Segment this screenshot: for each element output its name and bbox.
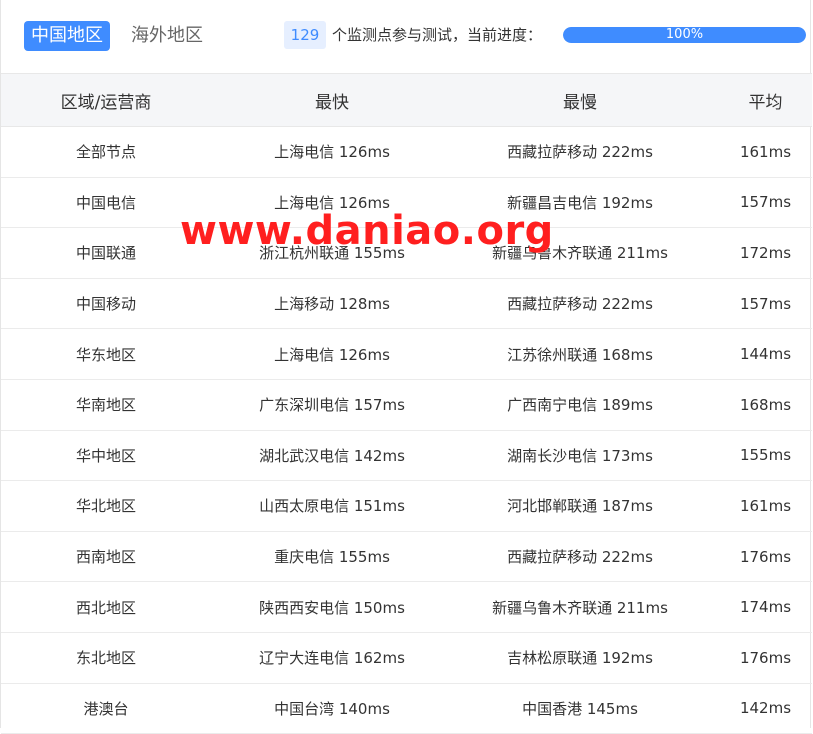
tab-china[interactable]: 中国地区: [24, 21, 110, 51]
results-table: 区域/运营商 最快 最慢 平均 全部节点 上海电信 126ms 西藏拉萨移动 222…: [1, 73, 812, 734]
region-cell: 中国电信: [75, 193, 136, 212]
region-cell: 华东地区: [75, 345, 136, 364]
table-row: 华东地区 上海电信 126ms 江苏徐州联通 168ms 144ms: [1, 329, 812, 380]
region-cell: 华中地区: [75, 446, 136, 465]
average-cell: 161ms: [739, 142, 792, 161]
average-cell: 142ms: [739, 699, 792, 718]
table-row: 中国移动 上海移动 128ms 西藏拉萨移动 222ms 157ms: [1, 279, 812, 330]
fastest-cell: 上海移动 128ms: [274, 295, 390, 314]
slowest-cell: 西藏拉萨移动 222ms: [507, 143, 653, 162]
header-slowest: 最慢: [563, 92, 597, 113]
fastest-cell: 湖北武汉电信 142ms: [259, 446, 405, 465]
fastest-cell: 辽宁大连电信 162ms: [259, 649, 405, 668]
progress-caption: 个监测点参与测试，当前进度：: [332, 26, 543, 44]
slowest-cell: 新疆昌吉电信 192ms: [507, 193, 653, 212]
progress-bar: 100%: [563, 27, 806, 43]
tab-overseas[interactable]: 海外地区: [124, 21, 210, 51]
table-row: 华中地区 湖北武汉电信 142ms 湖南长沙电信 173ms 155ms: [1, 431, 812, 482]
table-row: 全部节点 上海电信 126ms 西藏拉萨移动 222ms 161ms: [1, 127, 812, 178]
average-cell: 144ms: [739, 345, 792, 364]
region-cell: 华北地区: [75, 497, 136, 516]
table-row: 中国联通 浙江杭州联通 155ms 新疆乌鲁木齐联通 211ms 172ms: [1, 228, 812, 279]
slowest-cell: 西藏拉萨移动 222ms: [507, 548, 653, 567]
slowest-cell: 西藏拉萨移动 222ms: [507, 295, 653, 314]
table-row: 中国电信 上海电信 126ms 新疆昌吉电信 192ms 157ms: [1, 178, 812, 229]
region-cell: 东北地区: [75, 649, 136, 668]
fastest-cell: 上海电信 126ms: [274, 193, 390, 212]
table-row: 华北地区 山西太原电信 151ms 河北邯郸联通 187ms 161ms: [1, 481, 812, 532]
average-cell: 161ms: [739, 496, 792, 515]
slowest-cell: 广西南宁电信 189ms: [507, 396, 653, 415]
fastest-cell: 上海电信 126ms: [274, 345, 390, 364]
fastest-cell: 上海电信 126ms: [274, 143, 390, 162]
fastest-cell: 广东深圳电信 157ms: [259, 396, 405, 415]
average-cell: 176ms: [739, 547, 792, 566]
region-cell: 西南地区: [75, 548, 136, 567]
table-row: 华南地区 广东深圳电信 157ms 广西南宁电信 189ms 168ms: [1, 380, 812, 431]
header-fastest: 最快: [315, 92, 349, 113]
table-row: 西南地区 重庆电信 155ms 西藏拉萨移动 222ms 176ms: [1, 532, 812, 583]
average-cell: 176ms: [739, 648, 792, 667]
progress-label: 100%: [665, 27, 704, 42]
average-cell: 157ms: [739, 193, 792, 212]
region-cell: 华南地区: [75, 396, 136, 415]
average-cell: 157ms: [739, 294, 792, 313]
fastest-cell: 陕西西安电信 150ms: [259, 598, 405, 617]
region-cell: 西北地区: [75, 598, 136, 617]
average-cell: 155ms: [739, 446, 792, 465]
slowest-cell: 江苏徐州联通 168ms: [507, 345, 653, 364]
results-panel: 中国地区 海外地区 129 个监测点参与测试，当前进度： 100% 区域/运营商…: [0, 0, 813, 734]
table-header: 区域/运营商 最快 最慢 平均: [1, 73, 812, 127]
table-row: 港澳台 中国台湾 140ms 中国香港 145ms 142ms: [1, 684, 812, 734]
slowest-cell: 新疆乌鲁木齐联通 211ms: [492, 598, 668, 617]
region-cell: 中国联通: [75, 244, 136, 263]
slowest-cell: 新疆乌鲁木齐联通 211ms: [492, 244, 668, 263]
table-row: 西北地区 陕西西安电信 150ms 新疆乌鲁木齐联通 211ms 174ms: [1, 582, 812, 633]
region-cell: 中国移动: [75, 295, 136, 314]
average-cell: 168ms: [739, 395, 792, 414]
region-cell: 港澳台: [83, 699, 129, 718]
header-average: 平均: [748, 92, 783, 113]
slowest-cell: 吉林松原联通 192ms: [507, 649, 653, 668]
fastest-cell: 浙江杭州联通 155ms: [259, 244, 405, 263]
region-toolbar: 中国地区 海外地区 129 个监测点参与测试，当前进度： 100%: [1, 0, 813, 73]
fastest-cell: 中国台湾 140ms: [274, 699, 390, 718]
slowest-cell: 湖南长沙电信 173ms: [507, 446, 653, 465]
slowest-cell: 中国香港 145ms: [522, 699, 638, 718]
node-count-badge: 129: [284, 21, 326, 49]
region-cell: 全部节点: [75, 143, 136, 162]
average-cell: 174ms: [739, 598, 792, 617]
fastest-cell: 重庆电信 155ms: [274, 548, 390, 567]
slowest-cell: 河北邯郸联通 187ms: [507, 497, 653, 516]
average-cell: 172ms: [739, 243, 792, 262]
table-row: 东北地区 辽宁大连电信 162ms 吉林松原联通 192ms 176ms: [1, 633, 812, 684]
header-region: 区域/运营商: [60, 92, 152, 113]
fastest-cell: 山西太原电信 151ms: [259, 497, 405, 516]
table-body: 全部节点 上海电信 126ms 西藏拉萨移动 222ms 161ms 中国电信 上海电信 …: [1, 127, 812, 734]
